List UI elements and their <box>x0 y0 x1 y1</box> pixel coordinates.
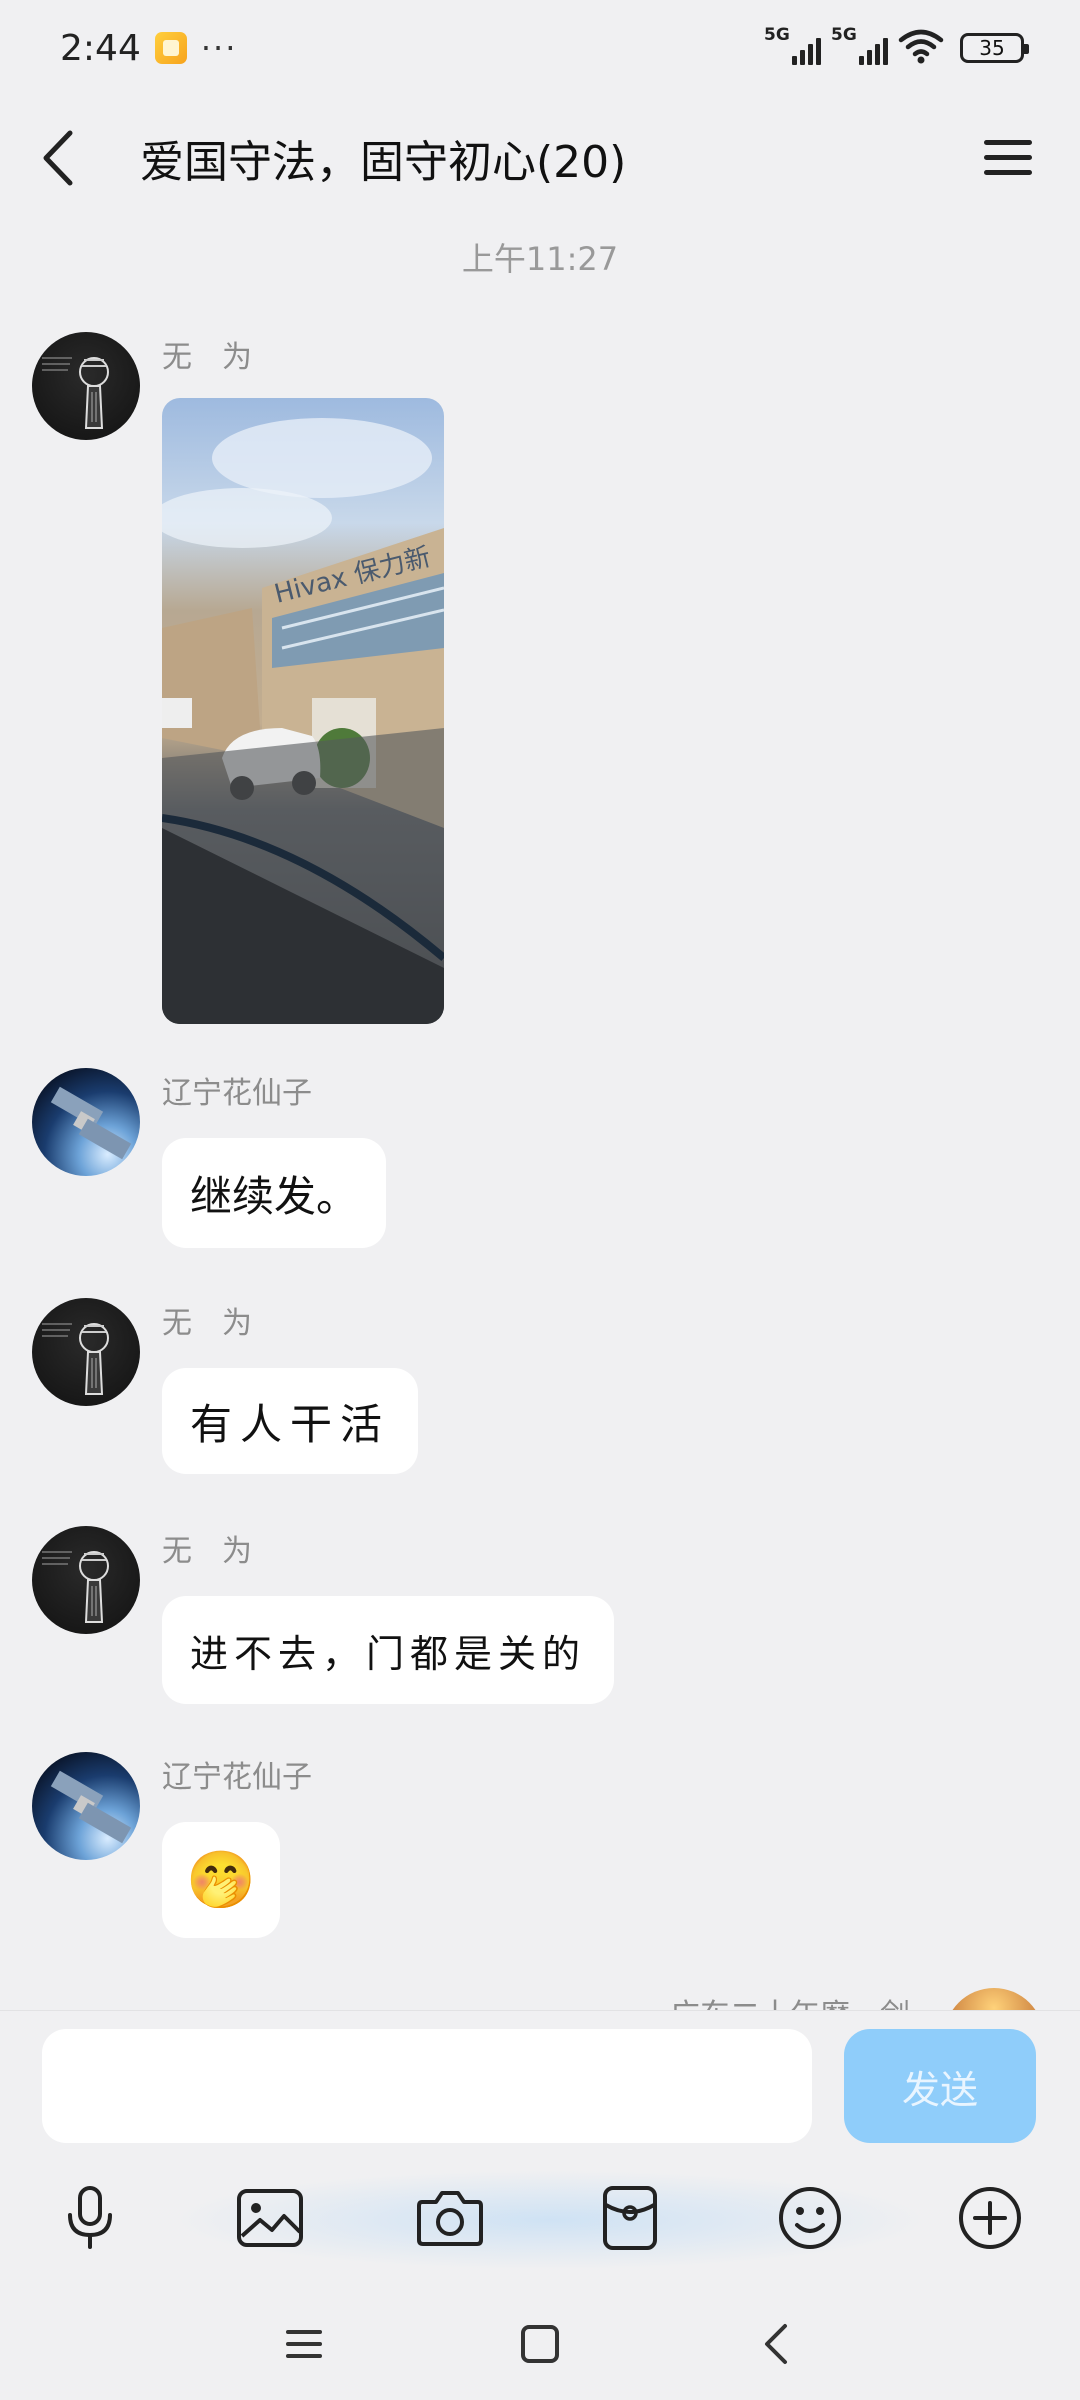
avatar-figure-icon <box>42 1551 109 1623</box>
signal-icon: 5G <box>764 25 821 65</box>
system-navigation-bar <box>0 2290 1080 2400</box>
status-indicators: 5G 5G 35 <box>764 25 1029 68</box>
recents-icon <box>286 2330 322 2358</box>
signal-icon: 5G <box>831 25 888 65</box>
chat-messages[interactable]: 上午11:27 无 为 Hivax 保力新 辽宁花仙子 继续发。 无 为 有人干… <box>0 220 1080 2010</box>
input-toolbar <box>0 2160 1080 2290</box>
message-bubble[interactable]: 继续发。 <box>162 1138 387 1248</box>
emoji-icon[interactable] <box>770 2178 850 2258</box>
avatar[interactable] <box>944 1988 1044 2010</box>
sender-name: 辽宁花仙子 <box>162 1760 312 1795</box>
message-bubble[interactable]: 🤭 <box>162 1822 280 1938</box>
network-type-label: 5G <box>764 25 790 45</box>
avatar-figure-icon <box>42 1323 109 1395</box>
message-text: 有人干活 <box>190 1399 391 1449</box>
red-packet-icon[interactable] <box>590 2178 670 2258</box>
chat-header: 爱国守法，固守初心(20) <box>0 96 1080 220</box>
home-icon <box>521 2325 559 2363</box>
shared-photo[interactable]: Hivax 保力新 <box>162 398 444 1024</box>
photo-content-icon: Hivax 保力新 <box>162 418 444 1024</box>
network-type-label: 5G <box>831 25 857 45</box>
chevron-left-icon <box>43 130 73 186</box>
notification-icon <box>154 32 187 64</box>
avatar[interactable] <box>32 1068 140 1176</box>
battery-icon: 35 <box>960 33 1029 63</box>
plus-icon[interactable] <box>950 2178 1030 2258</box>
avatar[interactable] <box>32 1752 140 1860</box>
menu-button[interactable] <box>976 126 1040 190</box>
sender-name: 辽宁花仙子 <box>162 1076 312 1111</box>
avatar[interactable] <box>32 332 140 440</box>
message-bubble[interactable]: 进不去，门都是关的 <box>162 1596 615 1704</box>
avatar[interactable] <box>32 1298 140 1406</box>
microphone-icon[interactable] <box>50 2178 130 2258</box>
sender-name: 无 为 <box>162 1306 252 1341</box>
hamburger-icon <box>984 140 1032 175</box>
status-time: 2:44 <box>60 27 141 69</box>
back-icon <box>765 2324 787 2364</box>
avatar-satellite-icon <box>50 1770 132 1844</box>
recent-apps-button[interactable] <box>274 2314 334 2374</box>
system-back-button[interactable] <box>746 2314 806 2374</box>
group-title: 爱国守法，固守初心(20) <box>140 137 627 188</box>
message-input[interactable] <box>42 2029 812 2143</box>
message-text: 进不去，门都是关的 <box>190 1631 587 1676</box>
status-bar: 2:44 ··· 5G 5G 35 <box>0 0 1080 96</box>
message-timestamp: 上午11:27 <box>461 240 619 278</box>
camera-icon[interactable] <box>410 2178 490 2258</box>
message-text: 继续发。 <box>190 1171 359 1221</box>
message-input-bar: 发送 <box>0 2010 1080 2160</box>
avatar-satellite-icon <box>50 1086 132 1160</box>
message-bubble[interactable]: 有人干活 <box>162 1368 419 1474</box>
battery-level: 35 <box>979 36 1005 60</box>
image-icon[interactable] <box>230 2178 310 2258</box>
avatar-figure-icon <box>42 357 109 429</box>
sender-name: 无 为 <box>162 340 252 375</box>
avatar[interactable] <box>32 1526 140 1634</box>
send-button[interactable]: 发送 <box>844 2029 1036 2143</box>
emoji-text: 🤭 <box>186 1848 256 1913</box>
sender-name: 广东二十年磨一剑 <box>650 1990 910 2010</box>
sender-name: 无 为 <box>162 1534 252 1569</box>
back-button[interactable] <box>40 128 100 188</box>
wifi-icon <box>898 28 944 68</box>
home-button[interactable] <box>510 2314 570 2374</box>
more-notifications-icon: ··· <box>200 29 238 67</box>
